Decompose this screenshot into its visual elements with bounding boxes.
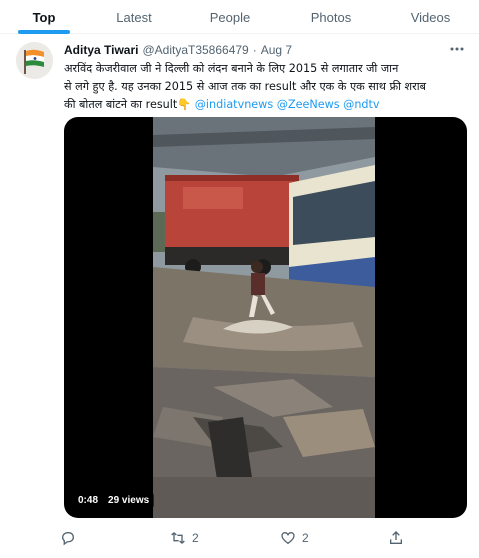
search-tabs: Top Latest People Photos Videos: [0, 0, 479, 34]
tab-label: Top: [32, 9, 56, 25]
tab-people[interactable]: People: [180, 0, 280, 34]
retweet-count: 2: [192, 531, 199, 545]
separator-dot: ·: [252, 43, 257, 57]
mention-link[interactable]: @ndtv: [343, 98, 379, 111]
video-views: 29 views: [108, 495, 150, 506]
video-player[interactable]: 0:48 29 views: [64, 117, 467, 518]
more-options-icon[interactable]: [449, 42, 465, 58]
tweet-text-line: की बोतल बांटने का result👇: [64, 98, 195, 111]
flag-avatar-icon: [16, 42, 53, 79]
tweet-text-line: अरविंद केजरीवाल जी ने दिल्ली को लंदन बना…: [64, 62, 399, 75]
tab-label: People: [209, 9, 251, 25]
reply-icon: [61, 532, 75, 546]
tab-label: Videos: [410, 9, 451, 25]
tab-latest[interactable]: Latest: [88, 0, 180, 34]
tweet-text-line: से लगे हुए है. यह उनका 2015 से आज तक का …: [64, 80, 426, 93]
tweet-header: Aditya Tiwari @AdityaT35866479 · Aug 7: [64, 42, 464, 58]
tab-top[interactable]: Top: [0, 0, 88, 34]
video-duration: 0:48: [78, 495, 99, 506]
avatar[interactable]: [16, 42, 53, 79]
like-count: 2: [302, 531, 309, 545]
display-name[interactable]: Aditya Tiwari: [64, 43, 138, 57]
video-frame: [153, 117, 375, 518]
retweet-icon: [171, 532, 185, 544]
like-button[interactable]: 2: [280, 526, 309, 550]
mention-link[interactable]: @indiatvnews: [195, 98, 273, 111]
tab-label: Photos: [310, 9, 352, 25]
tweet-date[interactable]: Aug 7: [261, 43, 292, 57]
mention-link[interactable]: @ZeeNews: [277, 98, 340, 111]
retweet-button[interactable]: 2: [170, 526, 199, 550]
reply-button[interactable]: [60, 526, 82, 550]
tab-photos[interactable]: Photos: [280, 0, 382, 34]
tab-videos[interactable]: Videos: [382, 0, 479, 34]
active-tab-indicator: [18, 30, 70, 34]
tweet-text: अरविंद केजरीवाल जी ने दिल्ली को लंदन बना…: [64, 60, 468, 114]
user-handle[interactable]: @AdityaT35866479: [142, 43, 248, 57]
heart-icon: [281, 531, 295, 545]
share-icon: [390, 531, 402, 544]
tab-label: Latest: [116, 9, 152, 25]
share-button[interactable]: [388, 526, 404, 550]
tweet-actions: 2 2: [60, 526, 470, 550]
video-stats-badge: 0:48 29 views: [73, 492, 155, 509]
